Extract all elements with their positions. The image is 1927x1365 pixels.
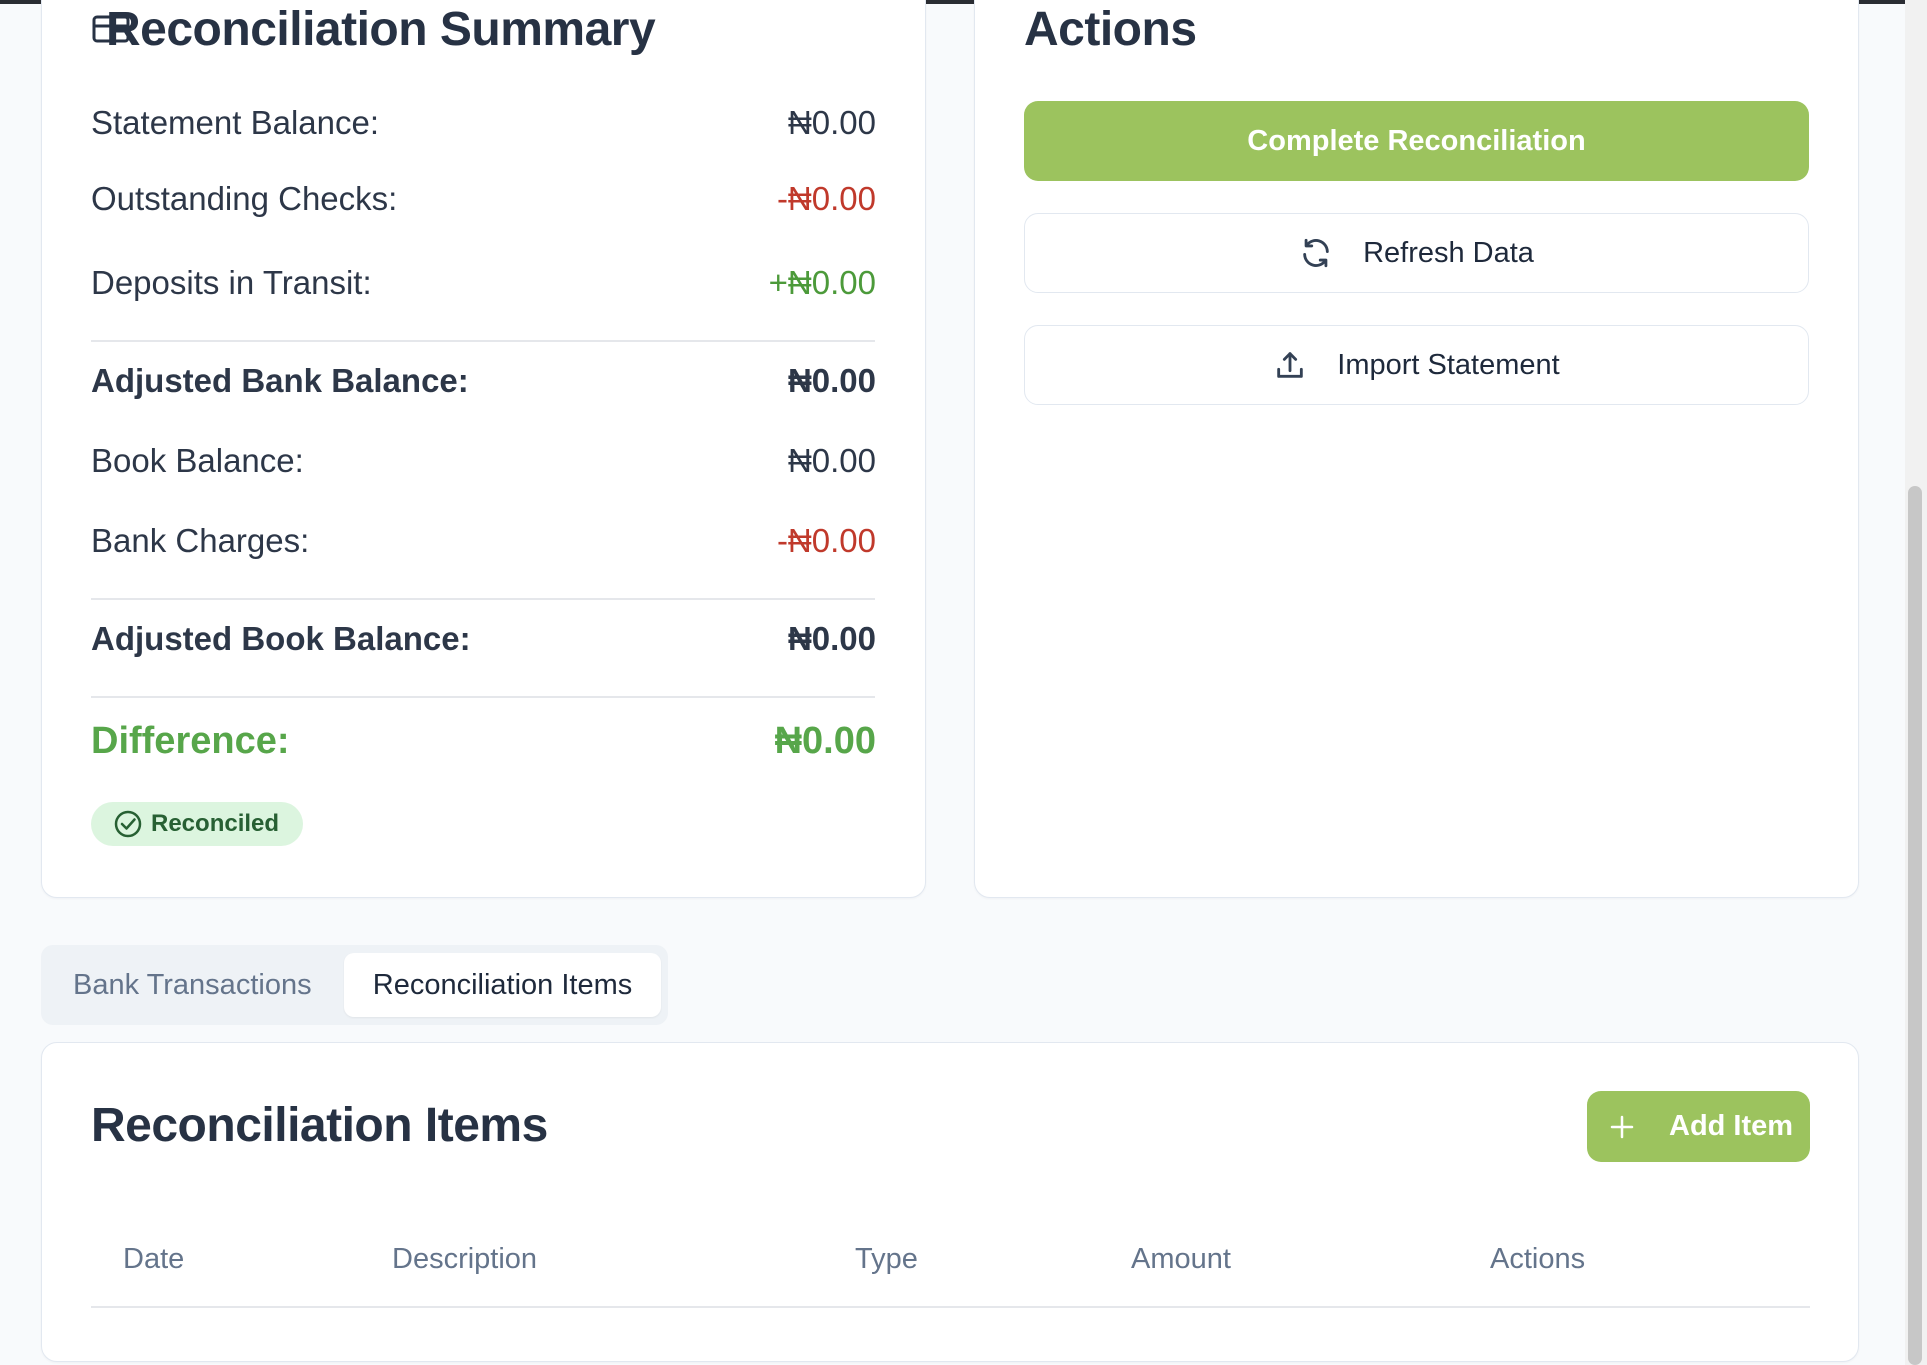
- adjusted-book-balance-value: ₦0.00: [787, 620, 876, 657]
- scrollbar-thumb[interactable]: [1908, 486, 1922, 1365]
- summary-divider: [91, 696, 875, 698]
- statement-balance-value: ₦0.00: [787, 104, 876, 141]
- summary-divider: [91, 340, 875, 342]
- reconciliation-items-title: Reconciliation Items: [91, 1099, 548, 1152]
- status-badge-label: Reconciled: [151, 810, 280, 837]
- deposits-in-transit-value: +₦0.00: [768, 264, 876, 301]
- difference-label: Difference:: [91, 720, 290, 762]
- reconciliation-items-card: [41, 1042, 1859, 1362]
- add-item-button[interactable]: Add Item: [1587, 1091, 1810, 1162]
- upload-icon: [1277, 352, 1304, 378]
- bank-charges-label: Bank Charges:: [91, 522, 310, 559]
- check-circle-icon: [114, 810, 142, 838]
- column-header-date: Date: [123, 1243, 185, 1275]
- adjusted-bank-balance-label: Adjusted Bank Balance:: [91, 362, 469, 399]
- import-statement-label: Import Statement: [1337, 348, 1560, 381]
- column-header-actions: Actions: [1490, 1243, 1586, 1275]
- plus-icon: [1610, 1115, 1634, 1138]
- column-header-description: Description: [392, 1243, 538, 1275]
- refresh-icon: [1303, 238, 1329, 268]
- bank-charges-value: -₦0.00: [776, 522, 876, 559]
- book-balance-value: ₦0.00: [787, 442, 876, 479]
- import-statement-button[interactable]: Import Statement: [1024, 325, 1809, 405]
- table-header-divider: [91, 1306, 1810, 1308]
- complete-reconciliation-button[interactable]: Complete Reconciliation: [1024, 101, 1809, 181]
- status-badge: Reconciled: [91, 802, 303, 846]
- complete-reconciliation-label: Complete Reconciliation: [1247, 124, 1586, 157]
- difference-value: ₦0.00: [774, 720, 876, 762]
- refresh-data-button[interactable]: Refresh Data: [1024, 213, 1809, 293]
- statement-balance-label: Statement Balance:: [91, 104, 380, 141]
- adjusted-bank-balance-value: ₦0.00: [787, 362, 876, 399]
- adjusted-book-balance-label: Adjusted Book Balance:: [91, 620, 471, 657]
- actions-title: Actions: [1024, 3, 1197, 56]
- deposits-in-transit-label: Deposits in Transit:: [91, 264, 372, 301]
- column-header-type: Type: [855, 1243, 918, 1275]
- tab-reconciliation-items[interactable]: Reconciliation Items: [344, 953, 661, 1017]
- tab-list: Bank Transactions Reconciliation Items: [41, 945, 668, 1025]
- summary-title: Reconciliation Summary: [106, 3, 656, 56]
- summary-divider: [91, 598, 875, 600]
- column-header-amount: Amount: [1131, 1243, 1231, 1275]
- outstanding-checks-value: -₦0.00: [776, 180, 876, 217]
- tab-bank-transactions[interactable]: Bank Transactions: [73, 953, 312, 1017]
- add-item-label: Add Item: [1669, 1110, 1794, 1142]
- refresh-data-label: Refresh Data: [1363, 236, 1534, 269]
- book-balance-label: Book Balance:: [91, 442, 304, 479]
- outstanding-checks-label: Outstanding Checks:: [91, 180, 398, 217]
